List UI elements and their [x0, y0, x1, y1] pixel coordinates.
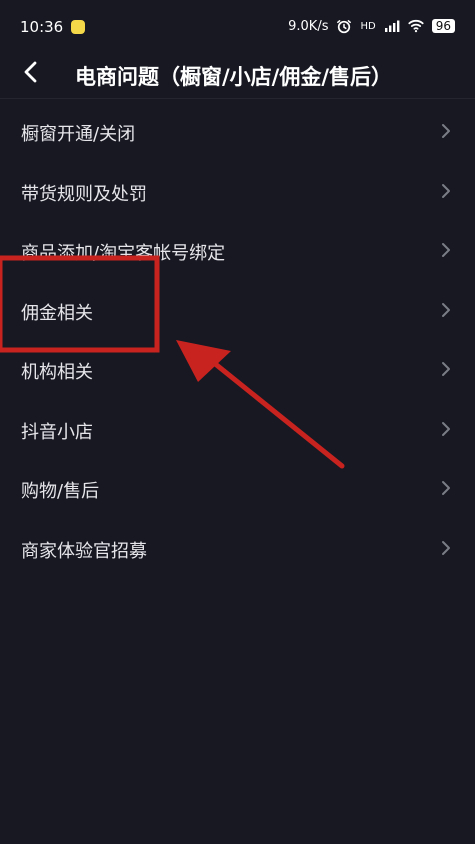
header-divider	[0, 98, 475, 99]
list-item-selling-rules[interactable]: 带货规则及处罚	[0, 162, 475, 222]
list-item-commission[interactable]: 佣金相关	[0, 281, 475, 341]
wifi-icon	[408, 19, 424, 33]
list-item-label: 购物/售后	[21, 481, 100, 502]
hd-indicator: HD	[360, 20, 376, 32]
list-item-label: 佣金相关	[21, 302, 93, 324]
chevron-right-icon	[442, 302, 450, 317]
list-item-merchant-recruitment[interactable]: 商家体验官招募	[0, 519, 475, 579]
page-title: 电商问题（橱窗/小店/佣金/售后）	[75, 65, 393, 89]
page-header: 电商问题（橱窗/小店/佣金/售后）	[0, 50, 475, 98]
list-item-douyin-shop[interactable]: 抖音小店	[0, 400, 475, 460]
chevron-right-icon	[442, 421, 450, 436]
list-item-window-toggle[interactable]: 橱窗开通/关闭	[0, 102, 475, 162]
chevron-right-icon	[442, 243, 450, 257]
network-speed: 9.0K/s	[288, 18, 329, 34]
list-item-label: 商品添加/淘宝客帐号绑定	[21, 243, 226, 264]
status-right: 9.0K/s HD 96	[288, 18, 455, 34]
list-item-label: 机构相关	[21, 362, 93, 383]
list-item-label: 带货规则及处罚	[21, 183, 147, 205]
chat-notification-icon	[71, 20, 86, 34]
chevron-right-icon	[442, 540, 450, 555]
status-time: 10:36	[20, 18, 64, 36]
status-bar: 10:36 9.0K/s HD 96	[0, 0, 475, 56]
chevron-right-icon	[442, 481, 450, 495]
list-item-label: 商家体验官招募	[21, 540, 147, 562]
list-item-agency[interactable]: 机构相关	[0, 340, 475, 400]
menu-list: 橱窗开通/关闭 带货规则及处罚 商品添加/淘宝客帐号绑定 佣金相关 机构相关 抖…	[0, 102, 475, 578]
alarm-icon	[337, 20, 352, 34]
list-item-shopping-aftersales[interactable]: 购物/售后	[0, 459, 475, 519]
battery-level: 96	[431, 19, 455, 33]
back-icon[interactable]	[18, 58, 46, 86]
list-item-label: 橱窗开通/关闭	[21, 124, 136, 145]
chevron-right-icon	[442, 362, 450, 376]
list-item-product-linking[interactable]: 商品添加/淘宝客帐号绑定	[0, 221, 475, 281]
signal-icon	[384, 20, 400, 32]
chevron-right-icon	[442, 124, 450, 138]
status-left: 10:36	[20, 18, 86, 36]
list-item-label: 抖音小店	[21, 421, 93, 443]
chevron-right-icon	[442, 183, 450, 198]
